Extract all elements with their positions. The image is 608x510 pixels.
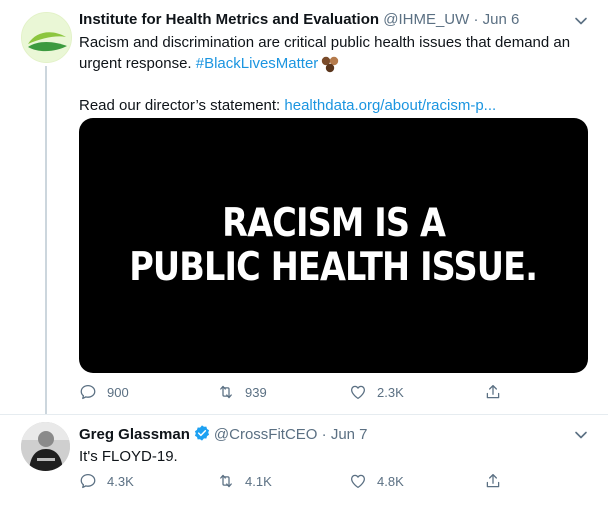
reply-icon <box>80 384 96 400</box>
ihme-logo-icon <box>22 13 71 62</box>
retweet-icon <box>220 474 232 488</box>
tweet-image[interactable]: RACISM IS A PUBLIC HEALTH ISSUE. <box>79 118 588 373</box>
image-text-line1: RACISM IS A <box>222 200 446 246</box>
thread-connector-line <box>45 66 47 414</box>
profile-photo-icon <box>21 422 70 471</box>
like-button[interactable]: 2.3K <box>349 383 404 401</box>
like-button[interactable]: 4.8K <box>349 472 404 490</box>
avatar-ihme[interactable] <box>21 12 72 63</box>
meta-separator: · <box>473 11 479 28</box>
reply-button[interactable]: 900 <box>79 383 129 401</box>
hashtag-link[interactable]: #BlackLivesMatter <box>196 55 319 72</box>
retweet-button[interactable]: 4.1K <box>217 472 272 490</box>
retweet-count: 939 <box>245 384 267 400</box>
heart-icon <box>350 385 366 400</box>
image-text-line2: PUBLIC HEALTH ISSUE. <box>129 244 539 290</box>
tweet-header: Greg Glassman @CrossFitCEO · Jun 7 <box>79 424 568 445</box>
reply-count: 4.3K <box>107 473 134 489</box>
reply-button[interactable]: 4.3K <box>79 472 134 490</box>
tweet-header: Institute for Health Metrics and Evaluat… <box>79 10 568 30</box>
share-button[interactable] <box>484 383 512 401</box>
avatar-greg-glassman[interactable] <box>21 422 70 471</box>
tweet-text: Racism and discrimination are critical p… <box>79 32 589 116</box>
reply-count: 900 <box>107 384 129 400</box>
reply-icon <box>80 473 96 489</box>
like-count: 2.3K <box>377 384 404 400</box>
verified-badge-icon <box>194 425 209 441</box>
heart-icon <box>350 474 366 489</box>
statement-link[interactable]: healthdata.org/about/racism-p... <box>284 97 496 114</box>
tweet-actions: 4.3K 4.1K 4.8K <box>79 472 509 494</box>
tweet-actions: 900 939 2.3K <box>79 383 509 405</box>
share-icon <box>486 384 500 399</box>
raised-fists-emoji-icon <box>322 56 339 73</box>
author-name[interactable]: Institute for Health Metrics and Evaluat… <box>79 11 379 28</box>
author-handle[interactable]: @CrossFitCEO <box>214 426 318 443</box>
author-handle[interactable]: @IHME_UW <box>383 11 469 28</box>
tweet-date[interactable]: Jun 6 <box>483 11 520 28</box>
tweet-divider <box>0 414 608 415</box>
like-count: 4.8K <box>377 473 404 489</box>
meta-separator: · <box>321 426 327 443</box>
author-name[interactable]: Greg Glassman <box>79 426 190 443</box>
retweet-icon <box>220 385 232 399</box>
chevron-down-icon[interactable] <box>574 428 588 442</box>
statement-text: Read our director’s statement: <box>79 97 281 114</box>
chevron-down-icon[interactable] <box>574 14 588 28</box>
retweet-count: 4.1K <box>245 473 272 489</box>
tweet-date[interactable]: Jun 7 <box>331 426 368 443</box>
share-icon <box>486 473 500 488</box>
tweet-text: It's FLOYD-19. <box>79 448 178 465</box>
share-button[interactable] <box>484 472 512 490</box>
retweet-button[interactable]: 939 <box>217 383 267 401</box>
